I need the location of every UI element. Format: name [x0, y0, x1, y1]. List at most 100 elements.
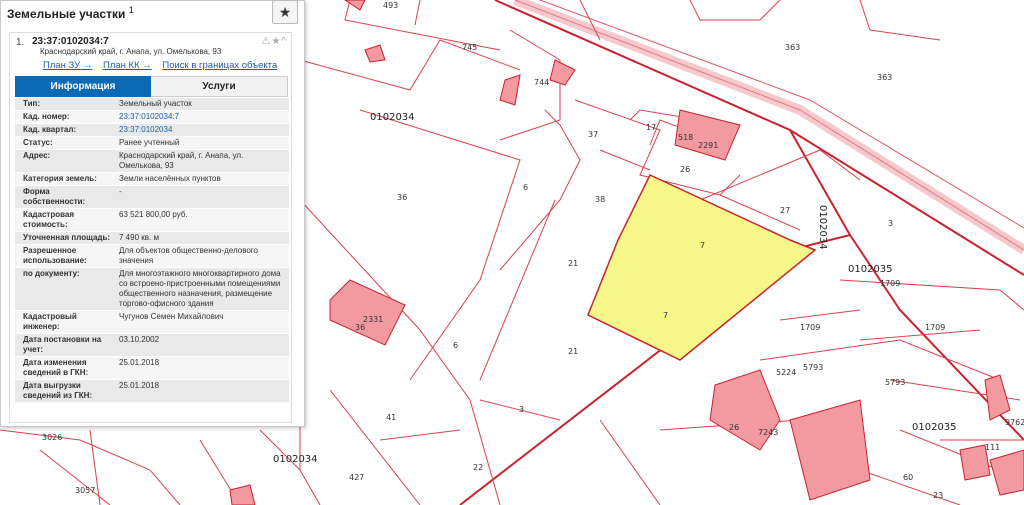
info-label: Категория земель: — [23, 174, 97, 183]
info-value: Краснодарский край, г. Анапа, ул. Омельк… — [119, 151, 244, 170]
parcel-number: 3057 — [75, 486, 95, 495]
info-label: Кадастровый инженер: — [23, 312, 77, 331]
parcel-number: 26 — [729, 423, 739, 432]
info-value: Для объектов общественно-делового значен… — [119, 246, 258, 265]
parcel-number: 26 — [680, 165, 690, 174]
parcel-number: 5224 — [776, 368, 796, 377]
quarter-label: 0102035 — [848, 264, 893, 275]
selected-parcel[interactable] — [587, 174, 817, 361]
info-row: Адрес: Краснодарский край, г. Анапа, ул. … — [15, 150, 289, 173]
parcel-number: 2331 — [363, 315, 383, 324]
star-icon: ★ — [278, 3, 292, 20]
result-kad-number[interactable]: 23:37:0102034:7 — [32, 36, 109, 47]
info-label: Дата изменения сведений в ГКН: — [23, 358, 89, 377]
panel-title-text: Земельные участки — [7, 7, 126, 21]
tab-services[interactable]: Услуги — [151, 76, 288, 97]
parcel-number: 363 — [785, 43, 800, 52]
info-label: Статус: — [23, 138, 53, 147]
tab-information[interactable]: Информация — [15, 76, 151, 97]
parcel-number: 363 — [877, 73, 892, 82]
parcel-number: 3 — [888, 219, 893, 228]
info-value: 25.01.2018 — [119, 381, 160, 390]
panel-title-count: 1 — [128, 5, 134, 15]
info-value: Ранее учтенный — [119, 138, 180, 147]
parcel-number: 9762 — [1005, 418, 1024, 427]
info-row: Дата изменения сведений в ГКН: 25.01.2018 — [15, 357, 289, 380]
info-row: Дата выгрузки сведений из ГКН: 25.01.2018 — [15, 380, 289, 403]
info-label: Форма собственности: — [23, 187, 86, 206]
parcel-number: 744 — [534, 78, 549, 87]
parcel-number: 36 — [355, 323, 365, 332]
parcel-number: 6 — [523, 183, 528, 192]
card-tabs: Информация Услуги — [15, 76, 288, 97]
info-label: Дата выгрузки сведений из ГКН: — [23, 381, 93, 400]
parcel-number: 1709 — [880, 279, 900, 288]
info-label: Тип: — [23, 99, 40, 108]
parcel-number: 22 — [473, 463, 483, 472]
parcel-number: 6 — [453, 341, 458, 350]
parcel-number: 17 — [646, 123, 656, 132]
info-value: 03.10.2002 — [119, 335, 160, 344]
parcel-number: 21 — [568, 259, 578, 268]
info-row: Статус: Ранее учтенный — [15, 137, 289, 150]
parcel-number: 60 — [903, 473, 913, 482]
parcel-number: 111 — [985, 443, 1000, 452]
parcel-number: 7243 — [758, 428, 778, 437]
result-status-icons[interactable]: ⚠★^ — [261, 36, 287, 47]
info-row: Форма собственности: - — [15, 186, 289, 209]
parcel-number: 37 — [588, 130, 598, 139]
result-number: 1. — [16, 37, 25, 48]
info-label: Кад. номер: — [23, 112, 70, 121]
info-value: Земельный участок — [119, 99, 192, 108]
panel-title: Земельные участки 1 — [7, 5, 134, 21]
parcel-number: 3026 — [42, 433, 62, 442]
info-value: 63 521 800,00 руб. — [119, 210, 188, 219]
parcel-number: 3 — [519, 405, 524, 414]
quarter-label: 0102034 — [273, 454, 318, 465]
info-row: Кадастровая стоимость: 63 521 800,00 руб. — [15, 209, 289, 232]
info-value: Чугунов Семен Михайлович — [119, 312, 224, 321]
quarter-label: 0102034 — [370, 112, 415, 123]
info-value: - — [119, 187, 122, 196]
parcel-number: 21 — [568, 347, 578, 356]
info-row: Дата постановки на учет: 03.10.2002 — [15, 334, 289, 357]
info-row: Уточненная площадь: 7 490 кв. м — [15, 232, 289, 245]
result-card: 1. 23:37:0102034:7 ⚠★^ Краснодарский кра… — [9, 32, 292, 423]
info-row: Кадастровый инженер: Чугунов Семен Михайл… — [15, 311, 289, 334]
quarter-boundary — [459, 129, 1024, 505]
land-plots-panel: Земельные участки 1 ★ 1. 23:37:0102034:7… — [0, 0, 305, 427]
parcel-number: 427 — [349, 473, 364, 482]
quarter-label: 0102035 — [912, 422, 957, 433]
info-label: Кадастровая стоимость: — [23, 210, 75, 229]
info-row: Разрешенное использование: Для объектов о… — [15, 245, 289, 268]
parcel-number: 1709 — [925, 323, 945, 332]
parcel-number: 7 — [663, 311, 668, 320]
plan-zu-link[interactable]: План ЗУ → — [43, 60, 92, 71]
info-value: Земли населённых пунктов — [119, 174, 221, 183]
info-label: по документу: — [23, 269, 80, 278]
info-label: Адрес: — [23, 151, 51, 160]
plan-kk-link[interactable]: План КК → — [103, 60, 152, 71]
kad-quarter-link[interactable]: 23:37:0102034 — [116, 124, 289, 136]
parcel-number: 2291 — [698, 141, 718, 150]
info-row: по документу: Для многоэтажного многоквар… — [15, 268, 289, 311]
parcel-number: 23 — [933, 491, 943, 500]
info-row: Кад. номер: 23:37:0102034:7 — [15, 111, 289, 124]
info-label: Дата постановки на учет: — [23, 335, 102, 354]
info-row: Категория земель: Земли населённых пункто… — [15, 173, 289, 186]
info-row: Кад. квартал: 23:37:0102034 — [15, 124, 289, 137]
parcel-number: 745 — [462, 43, 477, 52]
favorite-button[interactable]: ★ — [272, 0, 298, 24]
kad-number-link[interactable]: 23:37:0102034:7 — [116, 111, 289, 123]
info-label: Уточненная площадь: — [23, 233, 111, 242]
panel-header: Земельные участки 1 ★ — [1, 0, 304, 24]
info-label: Кад. квартал: — [23, 125, 77, 134]
parcel-number: 27 — [780, 206, 790, 215]
info-value: Для многоэтажного многоквартирного дома … — [119, 269, 281, 308]
quarter-label: 0102034 — [817, 205, 828, 250]
parcel-number: 5793 — [803, 363, 823, 372]
parcel-number: 36 — [397, 193, 407, 202]
info-table: Тип: Земельный участок Кад. номер: 23:37:0… — [15, 98, 289, 403]
parcel-number: 518 — [678, 133, 693, 142]
info-label: Разрешенное использование: — [23, 246, 87, 265]
